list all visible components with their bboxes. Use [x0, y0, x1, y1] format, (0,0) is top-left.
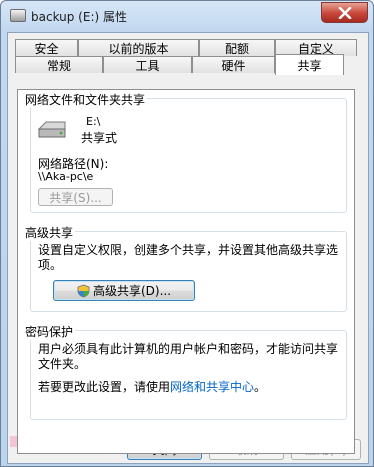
tab-hardware[interactable]: 硬件	[192, 56, 275, 73]
hard-drive-icon	[37, 121, 66, 138]
drive-icon	[10, 9, 26, 22]
tab-security[interactable]: 安全	[15, 39, 78, 56]
advanced-sharing-title: 高级共享	[23, 224, 76, 241]
share-button[interactable]: 共享(S)...	[38, 188, 113, 206]
network-sharing-center-link[interactable]: 网络和共享中心	[170, 380, 254, 394]
drive-name: E:\	[86, 115, 101, 128]
tab-general[interactable]: 常规	[15, 56, 103, 73]
advanced-sharing-description: 设置自定义权限，创建多个共享，并设置其他高级共享选	[38, 243, 339, 257]
close-icon	[338, 6, 351, 19]
properties-window: backup (E:) 属性 安全 以前的版本 配额 自定义 常规 工具 硬件 …	[0, 0, 374, 467]
advanced-sharing-button[interactable]: 高级共享(D)...	[53, 280, 195, 301]
tab-sharing[interactable]: 共享	[275, 54, 344, 75]
tab-tools[interactable]: 工具	[103, 56, 192, 73]
title-bar[interactable]: backup (E:) 属性	[1, 1, 373, 31]
sharing-panel: 网络文件和文件夹共享 E:\ 共享式 网络路径(N): \\Aka-pc\e 共…	[17, 89, 355, 454]
drive-share-state: 共享式	[81, 131, 118, 145]
password-protection-title: 密码保护	[23, 323, 76, 340]
tab-previous-versions[interactable]: 以前的版本	[78, 39, 199, 56]
advanced-sharing-group: 高级共享 设置自定义权限，创建多个共享，并设置其他高级共享选 项。 高级共享(D…	[23, 224, 347, 312]
close-window-button[interactable]	[321, 2, 368, 23]
advanced-sharing-description-cont: 项。	[38, 258, 63, 272]
uac-shield-icon	[77, 284, 90, 297]
window-title: backup (E:) 属性	[31, 10, 127, 24]
dialog-body: 安全 以前的版本 配额 自定义 常规 工具 硬件 共享 网络文件和文件夹共享 E…	[7, 32, 369, 464]
password-description-cont: 文件夹。	[38, 357, 87, 371]
password-protection-group: 密码保护 用户必须具有此计算机的用户帐户和密码，才能访问共享 文件夹。 若要更改…	[23, 323, 347, 420]
tab-quota[interactable]: 配额	[199, 39, 275, 56]
network-sharing-group: 网络文件和文件夹共享 E:\ 共享式 网络路径(N): \\Aka-pc\e 共…	[23, 91, 347, 213]
password-change-hint: 若要更改此设置，请使用网络和共享中心。	[38, 380, 267, 394]
network-path-value: \\Aka-pc\e	[38, 170, 94, 183]
network-sharing-title: 网络文件和文件夹共享	[23, 91, 148, 108]
